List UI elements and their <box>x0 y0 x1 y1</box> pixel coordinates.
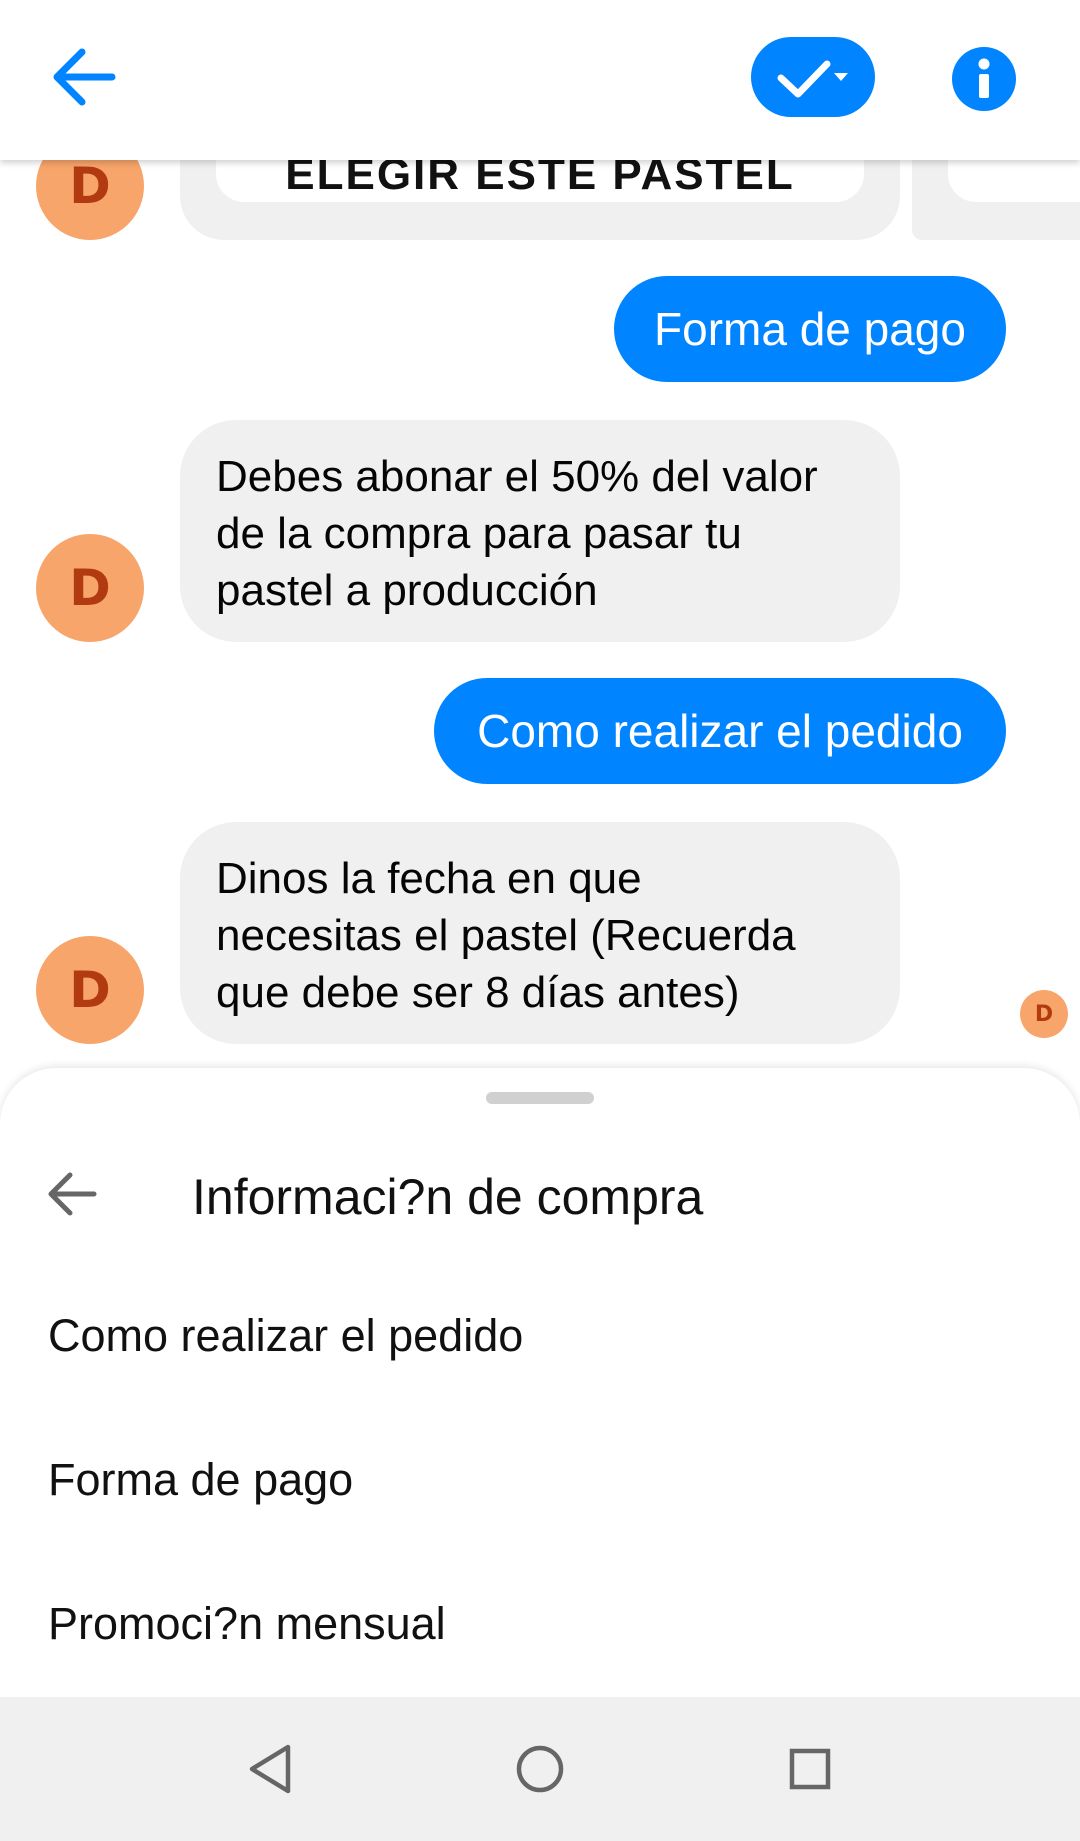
message-line: de la compra para pasar tu <box>216 509 742 558</box>
arrow-left-icon <box>48 1172 97 1216</box>
status-toggle-button[interactable] <box>751 37 875 117</box>
message-line: que debe ser 8 días antes) <box>216 968 740 1017</box>
back-button[interactable] <box>46 38 122 114</box>
message-in-pago[interactable]: Debes abonar el 50% del valor de la comp… <box>180 420 900 642</box>
avatar-letter: D <box>69 157 111 215</box>
message-text: Como realizar el pedido <box>477 705 963 757</box>
sheet-title: Informaci?n de compra <box>192 1169 704 1225</box>
info-button[interactable] <box>952 47 1016 111</box>
arrow-left-icon <box>53 48 116 106</box>
message-text: Forma de pago <box>654 303 966 355</box>
chat-thread: ELEGIR ESTE PASTEL D Forma de pago Debes… <box>0 0 1080 1070</box>
sheet-back-button[interactable] <box>44 1166 100 1222</box>
sheet-drag-handle[interactable] <box>486 1092 594 1104</box>
info-icon <box>978 58 990 98</box>
system-nav-bar <box>0 1697 1080 1841</box>
avatar-letter: D <box>69 559 111 617</box>
message-line: pastel a producción <box>216 566 598 615</box>
read-receipt-letter: D <box>1034 1001 1054 1027</box>
message-line: Dinos la fecha en que <box>216 854 642 903</box>
message-line: Debes abonar el 50% del valor <box>216 452 818 501</box>
avatar: D <box>36 534 144 642</box>
menu-item-como-realizar[interactable]: Como realizar el pedido <box>48 1310 523 1362</box>
message-out-forma-de-pago[interactable]: Forma de pago <box>614 276 1006 382</box>
avatar: D <box>36 936 144 1044</box>
quick-replies-sheet: Informaci?n de compra Como realizar el p… <box>0 1068 1080 1698</box>
nav-home-icon <box>516 1745 564 1793</box>
read-receipt-avatar: D <box>1020 990 1068 1038</box>
nav-recents-icon <box>789 1748 831 1790</box>
top-bar <box>0 0 1080 160</box>
message-in-fecha[interactable]: Dinos la fecha en que necesitas el paste… <box>180 822 900 1044</box>
nav-back-icon <box>249 1744 291 1794</box>
nav-recents-button[interactable] <box>780 1739 840 1799</box>
check-dropdown-icon <box>777 60 848 98</box>
menu-item-promocion[interactable]: Promoci?n mensual <box>48 1598 446 1650</box>
nav-home-button[interactable] <box>510 1739 570 1799</box>
message-out-como-realizar[interactable]: Como realizar el pedido <box>434 678 1006 784</box>
nav-back-button[interactable] <box>240 1739 300 1799</box>
message-line: necesitas el pastel (Recuerda <box>216 911 796 960</box>
menu-item-forma-de-pago[interactable]: Forma de pago <box>48 1454 353 1506</box>
avatar-letter: D <box>69 961 111 1019</box>
